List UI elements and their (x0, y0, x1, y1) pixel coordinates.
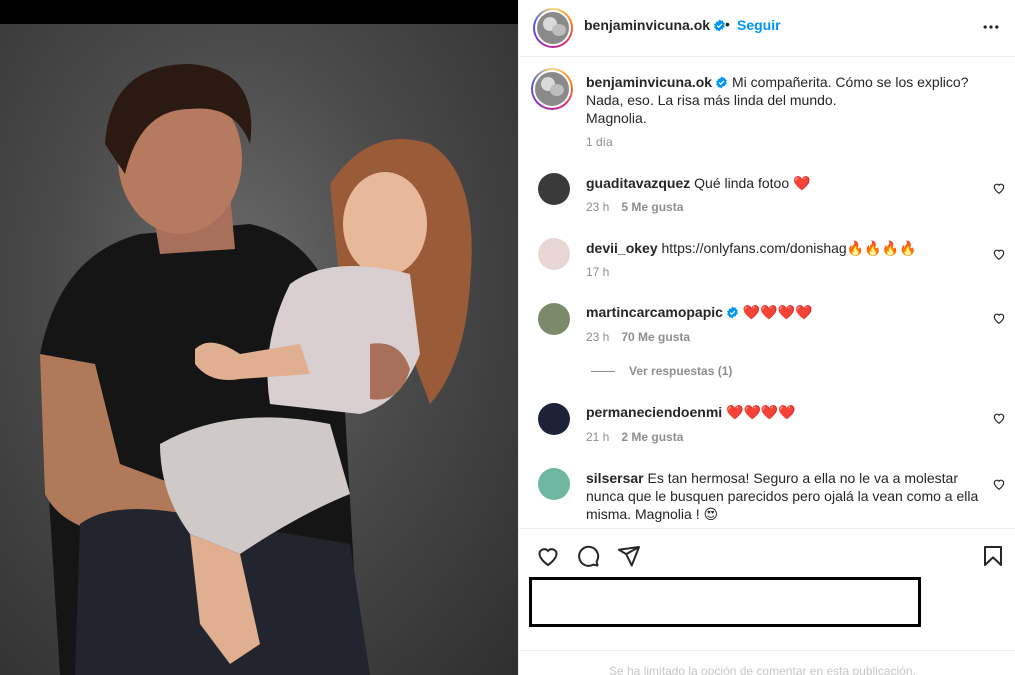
comment-username[interactable]: permaneciendoenmi (586, 404, 722, 420)
comment-item: devii_okey https://onlyfans.com/donishag… (586, 239, 986, 257)
caption-line-1: Mi compañerita. Cómo se los explico? (731, 74, 969, 90)
comments-list[interactable]: benjaminvicuna.ok Mi compañerita. Cómo s… (519, 57, 1015, 529)
comment-item: permaneciendoenmi ❤️❤️❤️❤️ (586, 403, 986, 421)
comment-item: silsersar Es tan hermosa! Seguro a ella … (586, 469, 986, 523)
bookmark-icon[interactable] (981, 544, 1005, 568)
view-replies-label: Ver respuestas (1) (629, 364, 733, 378)
comment-username[interactable]: guaditavazquez (586, 175, 690, 191)
instagram-post-view: benjaminvicuna.ok • Seguir benjaminvicun… (0, 0, 1015, 675)
photo-illustration (40, 64, 472, 675)
comments-limited-notice: Se ha limitado la opción de comentar en … (609, 664, 916, 675)
replies-line (591, 371, 615, 373)
comment-avatar[interactable] (538, 303, 570, 335)
comment-avatar[interactable] (538, 403, 570, 435)
caption-username[interactable]: benjaminvicuna.ok (586, 74, 728, 90)
post-header: benjaminvicuna.ok • Seguir (519, 0, 1015, 57)
comment-time: 17 h (586, 265, 610, 279)
author-avatar[interactable] (533, 8, 573, 48)
comment-likes[interactable]: 5 Me gusta (621, 200, 683, 214)
divider (519, 650, 1015, 651)
comment-text: Es tan hermosa! Seguro a ella no le va a… (586, 470, 979, 522)
comment-username[interactable]: silsersar (586, 470, 644, 486)
comment-username[interactable]: devii_okey (586, 240, 658, 256)
comment-like-heart-icon[interactable] (992, 247, 1006, 261)
post-actions-bar (519, 540, 1015, 572)
heart-icon[interactable] (536, 544, 560, 568)
comment-time: 23 h (586, 330, 610, 344)
comment-likes[interactable]: 70 Me gusta (621, 330, 690, 344)
post-time: 1 día (586, 135, 613, 149)
comment-like-heart-icon[interactable] (992, 477, 1006, 491)
comment-text: ❤️❤️❤️❤️ (726, 404, 796, 420)
comment-meta: 23 h 70 Me gusta (586, 330, 690, 344)
follow-button[interactable]: Seguir (737, 17, 781, 33)
caption-line-2: Nada, eso. La risa más linda del mundo. (586, 92, 837, 108)
comment-avatar[interactable] (538, 468, 570, 500)
comment-meta: 21 h 2 Me gusta (586, 430, 683, 444)
comment-time: 21 h (586, 430, 610, 444)
share-icon[interactable] (617, 544, 641, 568)
post-photo[interactable] (0, 0, 518, 675)
separator-dot: • (725, 16, 730, 32)
verified-icon (716, 76, 727, 89)
caption-author-avatar[interactable] (531, 68, 573, 110)
comment-meta: 23 h 5 Me gusta (586, 200, 683, 214)
comment-avatar[interactable] (538, 173, 570, 205)
comment-username[interactable]: martincarcamopapic (586, 304, 739, 320)
redacted-box (529, 577, 921, 627)
comment-likes[interactable]: 2 Me gusta (621, 430, 683, 444)
caption-line-3: Magnolia. (586, 110, 647, 126)
comment-text: Qué linda fotoo ❤️ (694, 175, 811, 191)
comment-like-heart-icon[interactable] (992, 311, 1006, 325)
more-icon[interactable] (981, 17, 1001, 37)
comment-text: ❤️❤️❤️❤️ (742, 304, 813, 320)
comment-like-heart-icon[interactable] (992, 411, 1006, 425)
view-replies-button[interactable]: Ver respuestas (1) (591, 364, 732, 378)
post-side-panel: benjaminvicuna.ok • Seguir benjaminvicun… (518, 0, 1015, 675)
comment-time: 23 h (586, 200, 610, 214)
comment-text: https://onlyfans.com/donishag🔥🔥🔥🔥 (661, 240, 917, 256)
comment-item: martincarcamopapic ❤️❤️❤️❤️ (586, 303, 986, 321)
comment-meta: 17 h (586, 265, 609, 279)
comment-like-heart-icon[interactable] (992, 181, 1006, 195)
verified-icon (727, 306, 738, 319)
post-caption: benjaminvicuna.ok Mi compañerita. Cómo s… (586, 73, 986, 127)
author-username[interactable]: benjaminvicuna.ok (584, 17, 726, 33)
comment-item: guaditavazquez Qué linda fotoo ❤️ (586, 174, 986, 192)
comment-icon[interactable] (576, 544, 600, 568)
comment-avatar[interactable] (538, 238, 570, 270)
